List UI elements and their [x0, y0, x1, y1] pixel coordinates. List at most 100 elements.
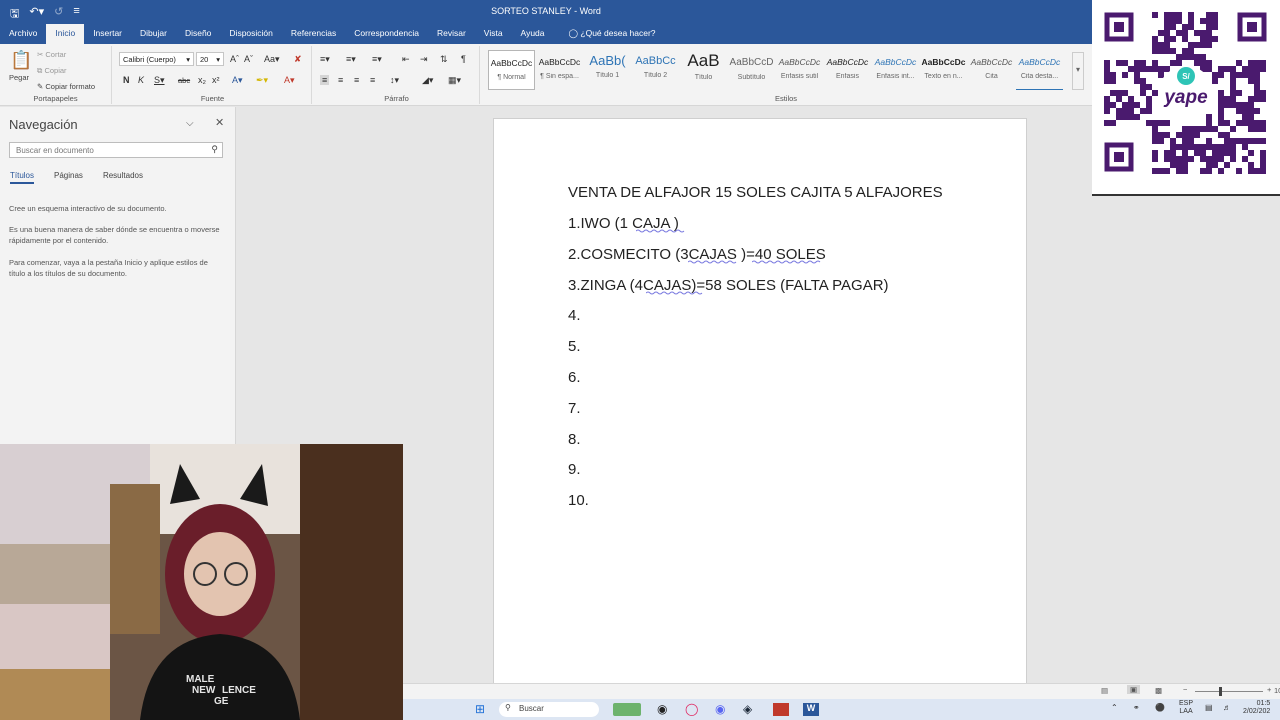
discord-icon[interactable]: ◉ — [715, 702, 725, 716]
zoom-in-icon[interactable]: + — [1267, 685, 1271, 694]
strikethrough-icon[interactable]: abc — [178, 76, 190, 85]
italic-icon[interactable]: K — [138, 75, 144, 85]
close-icon[interactable]: ✕ — [215, 116, 224, 129]
qr-module — [1206, 24, 1212, 30]
web-layout-icon[interactable]: ▩ — [1155, 686, 1162, 695]
superscript-icon[interactable]: x² — [212, 75, 220, 85]
shrink-font-icon[interactable]: Aˇ — [244, 54, 253, 64]
tab-ayuda[interactable]: Ayuda — [512, 24, 554, 44]
style-subtle-emphasis[interactable]: AaBbCcDc Énfasis sutil — [776, 50, 823, 90]
qr-module — [1236, 120, 1242, 126]
text-effects-icon[interactable]: A▾ — [232, 75, 243, 86]
opera-icon[interactable]: ◯ — [685, 702, 698, 716]
numbering-icon[interactable]: ≡▾ — [346, 54, 356, 65]
microphone-icon[interactable]: ⚫ — [1155, 703, 1165, 712]
multilevel-list-icon[interactable]: ≡▾ — [372, 54, 382, 65]
paste-button[interactable]: Pegar — [9, 73, 29, 82]
bold-icon[interactable]: N — [123, 75, 130, 85]
qr-module — [1170, 162, 1176, 168]
format-painter-button[interactable]: ✎ Copiar formato — [37, 82, 95, 91]
zoom-slider-handle[interactable] — [1219, 687, 1222, 696]
subscript-icon[interactable]: x₂ — [198, 75, 206, 85]
windows-start-icon[interactable]: ⊞ — [475, 702, 485, 716]
nav-tab-titles[interactable]: Títulos — [10, 171, 35, 184]
shading-icon[interactable]: ◢▾ — [422, 75, 433, 86]
style-no-spacing[interactable]: AaBbCcDc ¶ Sin espa... — [536, 50, 583, 90]
widgets-icon[interactable] — [613, 703, 641, 716]
qr-module — [1200, 36, 1206, 42]
tab-archivo[interactable]: Archivo — [0, 24, 46, 44]
qr-module — [1128, 102, 1134, 108]
style-subtitle[interactable]: AaBbCcD Subtítulo — [728, 50, 775, 90]
clear-format-icon[interactable]: ✘ — [294, 54, 302, 65]
word-icon[interactable]: W — [803, 703, 819, 716]
copy-button[interactable]: ⧉ Copiar — [37, 66, 67, 76]
font-family-select[interactable]: Calibri (Cuerpo) ▾ — [119, 52, 194, 66]
steam-icon[interactable]: ◈ — [743, 702, 752, 716]
align-right-icon[interactable]: ≡ — [354, 75, 359, 85]
styles-more-icon[interactable]: ▾ — [1072, 52, 1084, 90]
read-mode-icon[interactable]: ▤ — [1101, 686, 1108, 695]
style-intense-emphasis[interactable]: AaBbCcDc Énfasis int... — [872, 50, 919, 90]
network-icon[interactable]: ⚭ — [1133, 703, 1140, 712]
recording-app-icon[interactable] — [773, 703, 789, 716]
qr-module — [1170, 24, 1176, 30]
app-icon[interactable]: ◉ — [657, 702, 667, 716]
search-icon[interactable]: ⚲ — [211, 144, 218, 155]
clock[interactable]: 01:5 2/02/202 — [1243, 700, 1270, 716]
tab-referencias[interactable]: Referencias — [282, 24, 345, 44]
borders-icon[interactable]: ▦▾ — [448, 75, 461, 86]
tab-vista[interactable]: Vista — [475, 24, 512, 44]
line-spacing-icon[interactable]: ↕▾ — [390, 75, 399, 86]
decrease-indent-icon[interactable]: ⇤ — [402, 54, 410, 65]
style-heading-2[interactable]: AaBbCc Título 2 — [632, 50, 679, 90]
tab-insertar[interactable]: Insertar — [84, 24, 131, 44]
nav-search-input[interactable]: Buscar en documento ⚲ — [9, 142, 223, 158]
zoom-out-icon[interactable]: − — [1183, 685, 1187, 694]
tell-me-box[interactable]: ◯ ¿Qué desea hacer? — [560, 24, 665, 44]
grow-font-icon[interactable]: Aˆ — [230, 54, 239, 64]
display-icon[interactable]: ▤ — [1205, 703, 1213, 712]
tab-inicio[interactable]: Inicio — [46, 24, 85, 44]
sort-icon[interactable]: ⇅ — [440, 54, 448, 65]
tab-diseno[interactable]: Diseño — [176, 24, 220, 44]
increase-indent-icon[interactable]: ⇥ — [420, 54, 428, 65]
bullets-icon[interactable]: ≡▾ — [320, 54, 330, 65]
style-quote[interactable]: AaBbCcDc Cita — [968, 50, 1015, 90]
tray-chevron-icon[interactable]: ⌃ — [1111, 703, 1118, 712]
cut-button[interactable]: ✂ Cortar — [37, 50, 66, 59]
tab-dibujar[interactable]: Dibujar — [131, 24, 176, 44]
nav-tab-pages[interactable]: Páginas — [54, 171, 83, 184]
language-indicator[interactable]: ESP LAA — [1179, 700, 1193, 716]
style-heading-1[interactable]: AaBb(Título 1 — [584, 50, 631, 90]
font-color-icon[interactable]: A▾ — [284, 75, 295, 86]
style-title[interactable]: AaB Título — [680, 50, 727, 90]
highlight-icon[interactable]: ✒▾ — [256, 75, 268, 86]
style-normal[interactable]: AaBbCcDc ¶ Normal — [488, 50, 535, 90]
tab-correspondencia[interactable]: Correspondencia — [345, 24, 428, 44]
zoom-slider[interactable] — [1195, 691, 1263, 692]
align-left-icon[interactable]: ≡ — [320, 75, 330, 85]
zoom-level[interactable]: 10 — [1274, 686, 1280, 695]
qr-module — [1188, 144, 1194, 150]
qr-module — [1176, 162, 1182, 168]
nav-tab-results[interactable]: Resultados — [103, 171, 143, 184]
qr-module — [1218, 156, 1224, 162]
style-emphasis[interactable]: AaBbCcDc Énfasis — [824, 50, 871, 90]
qr-module — [1176, 18, 1182, 24]
tab-disposicion[interactable]: Disposición — [220, 24, 281, 44]
nav-options-icon[interactable]: ⌵ — [186, 118, 194, 129]
tab-revisar[interactable]: Revisar — [428, 24, 475, 44]
volume-icon[interactable]: ♬ — [1223, 703, 1231, 712]
style-strong[interactable]: AaBbCcDc Texto en n... — [920, 50, 967, 90]
justify-icon[interactable]: ≡ — [370, 75, 375, 85]
font-size-select[interactable]: 20 ▾ — [196, 52, 224, 66]
pilcrow-icon[interactable]: ¶ — [461, 54, 466, 64]
underline-icon[interactable]: S▾ — [154, 75, 165, 86]
style-intense-quote[interactable]: AaBbCcDc Cita desta... — [1016, 50, 1063, 90]
paste-icon[interactable]: 📋 — [10, 50, 32, 71]
change-case-icon[interactable]: Aa▾ — [264, 54, 280, 65]
taskbar-search[interactable]: ⚲ Buscar — [499, 702, 599, 717]
print-layout-icon[interactable]: ▣ — [1127, 685, 1141, 694]
align-center-icon[interactable]: ≡ — [338, 75, 343, 85]
